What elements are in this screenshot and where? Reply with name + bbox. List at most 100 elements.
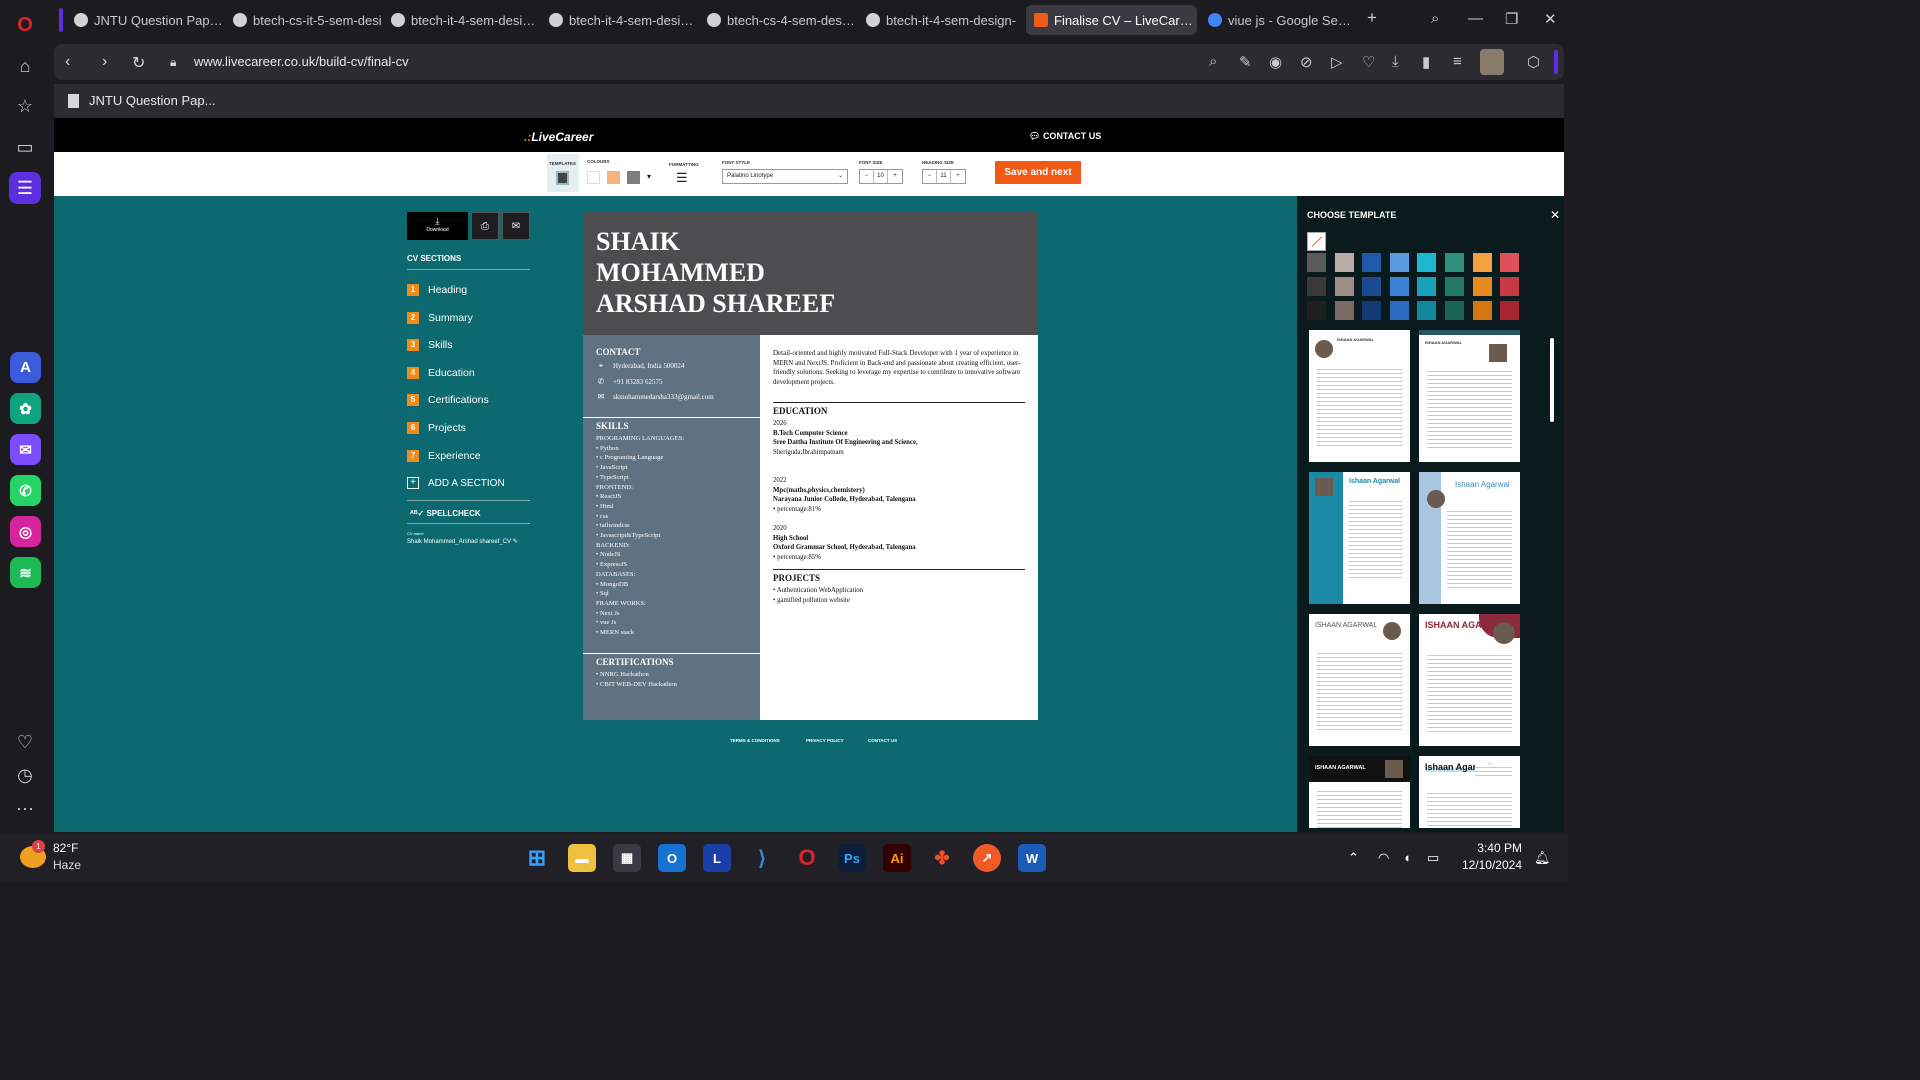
template-card-8[interactable]: Ishaan Agarwal bbox=[1419, 756, 1520, 828]
decrease-icon[interactable]: − bbox=[923, 170, 937, 183]
whatsapp-app-icon[interactable]: ✆ bbox=[10, 475, 41, 506]
template-colour-swatch[interactable] bbox=[1362, 277, 1382, 296]
template-scrollbar[interactable] bbox=[1548, 330, 1556, 823]
resume-preview[interactable]: SHAIK MOHAMMED ARSHAD SHAREEF CONTACT ⌖ H… bbox=[583, 212, 1038, 720]
cv-name-field[interactable]: Shaik Mohammed_Arshad shareef_CV ✎ bbox=[407, 538, 518, 545]
profile-avatar[interactable] bbox=[1480, 49, 1504, 75]
send-icon[interactable]: ▷ bbox=[1331, 53, 1343, 71]
briefcase-icon[interactable]: ▭ bbox=[9, 131, 41, 163]
template-colour-swatch[interactable] bbox=[1362, 301, 1382, 320]
print-icon[interactable]: ⎙ bbox=[471, 212, 499, 240]
template-colour-swatch[interactable] bbox=[1334, 301, 1354, 320]
template-card-1[interactable]: ISHAAN AGARWAL bbox=[1309, 330, 1410, 462]
new-tab-icon[interactable]: + bbox=[1367, 8, 1377, 28]
heading-size-stepper[interactable]: −11 + bbox=[922, 169, 966, 184]
increase-icon[interactable]: + bbox=[888, 170, 902, 183]
tab-btech-it-4-c[interactable]: btech-it-4-sem-design- bbox=[858, 5, 1020, 35]
spellcheck-button[interactable]: ᴬᴮ✓ SPELLCHECK bbox=[410, 509, 481, 518]
tab-jntu[interactable]: JNTU Question Papers A bbox=[66, 5, 223, 35]
more-icon[interactable]: ··· bbox=[9, 792, 41, 824]
section-education[interactable]: 4 Education bbox=[407, 367, 475, 379]
font-style-select[interactable]: Palatino Linotype ⌄ bbox=[722, 169, 848, 184]
reload-icon[interactable]: ↻ bbox=[132, 53, 145, 73]
template-card-7[interactable]: ISHAAN AGARWAL bbox=[1309, 756, 1410, 828]
forward-icon[interactable]: › bbox=[102, 53, 107, 71]
section-skills[interactable]: 3 Skills bbox=[407, 339, 453, 351]
tab-btech-cs-it-5[interactable]: btech-cs-it-5-sem-desi bbox=[225, 5, 382, 35]
tab-finalise-cv[interactable]: Finalise CV – LiveCareer bbox=[1026, 5, 1197, 35]
template-colour-swatch[interactable] bbox=[1445, 301, 1464, 320]
colour-swatch-peach[interactable] bbox=[607, 171, 620, 184]
postman-icon[interactable]: ↗ bbox=[973, 844, 1001, 872]
camera-icon[interactable]: ◉ bbox=[1269, 53, 1282, 71]
download-button[interactable]: ⤓ Download bbox=[407, 212, 468, 240]
template-colour-swatch[interactable] bbox=[1334, 253, 1354, 272]
store-icon[interactable]: ▦ bbox=[613, 844, 641, 872]
photoshop-icon[interactable]: Ps bbox=[838, 844, 866, 872]
history-icon[interactable]: ◷ bbox=[9, 759, 41, 791]
template-colour-swatch[interactable] bbox=[1307, 301, 1326, 320]
restore-icon[interactable]: ❐ bbox=[1505, 10, 1518, 28]
block-icon[interactable]: ⊘ bbox=[1300, 53, 1313, 71]
section-experience[interactable]: 7 Experience bbox=[407, 450, 481, 462]
clock-date[interactable]: 12/10/2024 bbox=[1460, 858, 1522, 872]
tab-btech-cs-4[interactable]: btech-cs-4-sem-design bbox=[699, 5, 856, 35]
template-colour-swatch[interactable] bbox=[1417, 277, 1437, 296]
aria-app-icon[interactable]: A bbox=[10, 352, 41, 383]
edit-icon[interactable]: ✎ bbox=[1239, 53, 1252, 71]
tray-chevron-icon[interactable]: ⌃ bbox=[1348, 850, 1359, 866]
template-colour-swatch[interactable] bbox=[1307, 277, 1326, 296]
notification-bell-icon[interactable]: 🔔︎ bbox=[1534, 850, 1551, 866]
outlook-icon[interactable]: O bbox=[658, 844, 686, 872]
section-heading[interactable]: 1 Heading bbox=[407, 284, 467, 296]
font-size-stepper[interactable]: −10 + bbox=[859, 169, 903, 184]
template-card-5[interactable]: ISHAAN AGARWAL bbox=[1309, 614, 1410, 746]
add-section-button[interactable]: + ADD A SECTION bbox=[407, 477, 505, 489]
word-icon[interactable]: W bbox=[1018, 844, 1046, 872]
close-panel-icon[interactable]: ✕ bbox=[1550, 208, 1560, 222]
battery-icon[interactable]: ▭ bbox=[1427, 850, 1439, 866]
template-colour-swatch[interactable] bbox=[1472, 253, 1492, 272]
template-colour-swatch[interactable] bbox=[1472, 277, 1492, 296]
template-colour-swatch[interactable] bbox=[1500, 301, 1520, 320]
section-projects[interactable]: 6 Projects bbox=[407, 422, 466, 434]
messenger-app-icon[interactable]: ✉ bbox=[10, 434, 41, 465]
template-colour-swatch[interactable] bbox=[1307, 253, 1326, 272]
templates-tool[interactable]: TEMPLATES bbox=[547, 154, 579, 192]
colour-swatch-white[interactable] bbox=[587, 171, 600, 184]
tab-google-search[interactable]: viue js - Google Search bbox=[1200, 5, 1358, 35]
easy-setup-icon[interactable]: ≡ bbox=[1453, 53, 1462, 70]
lens-icon[interactable]: ⌕ bbox=[1209, 53, 1217, 70]
template-card-2[interactable]: ISHAAN AGARWAL bbox=[1419, 330, 1520, 462]
template-colour-swatch[interactable] bbox=[1334, 277, 1354, 296]
save-and-next-button[interactable]: Save and next bbox=[995, 161, 1081, 184]
template-colour-swatch[interactable] bbox=[1445, 253, 1464, 272]
terms-link[interactable]: TERMS & CONDITIONS bbox=[730, 738, 780, 743]
spotify-app-icon[interactable]: ≋ bbox=[10, 557, 41, 588]
tab-btech-it-4-a[interactable]: btech-it-4-sem-design- bbox=[383, 5, 540, 35]
template-card-3[interactable]: Ishaan Agarwal bbox=[1309, 472, 1410, 604]
figma-icon[interactable]: ✤ bbox=[928, 844, 956, 872]
section-summary[interactable]: 2 Summary bbox=[407, 312, 473, 324]
home-icon[interactable]: ⌂ bbox=[9, 50, 41, 82]
clock-time[interactable]: 3:40 PM bbox=[1470, 841, 1522, 855]
template-colour-swatch[interactable] bbox=[1472, 301, 1492, 320]
section-certifications[interactable]: 5 Certifications bbox=[407, 394, 489, 406]
instagram-app-icon[interactable]: ◎ bbox=[10, 516, 41, 547]
template-colour-swatch[interactable] bbox=[1389, 277, 1409, 296]
minimize-icon[interactable]: — bbox=[1468, 10, 1483, 27]
template-colour-swatch[interactable] bbox=[1417, 301, 1437, 320]
opera-icon[interactable]: O bbox=[793, 844, 821, 872]
template-colour-swatch[interactable] bbox=[1417, 253, 1437, 272]
close-window-icon[interactable]: ✕ bbox=[1544, 10, 1557, 28]
bookmark-jntu[interactable]: JNTU Question Pap... bbox=[68, 93, 215, 108]
colour-swatch-none[interactable] bbox=[1307, 232, 1326, 251]
back-icon[interactable]: ‹ bbox=[65, 53, 70, 71]
illustrator-icon[interactable]: Ai bbox=[883, 844, 911, 872]
battery-saver-icon[interactable]: ▮ bbox=[1422, 53, 1430, 71]
formatting-icon[interactable]: ☰ bbox=[676, 170, 688, 186]
scroll-thumb[interactable] bbox=[1550, 338, 1554, 422]
heart-icon[interactable]: ♡ bbox=[1362, 53, 1375, 71]
template-colour-swatch[interactable] bbox=[1362, 253, 1382, 272]
search-tabs-icon[interactable]: ⌕ bbox=[1431, 10, 1439, 27]
